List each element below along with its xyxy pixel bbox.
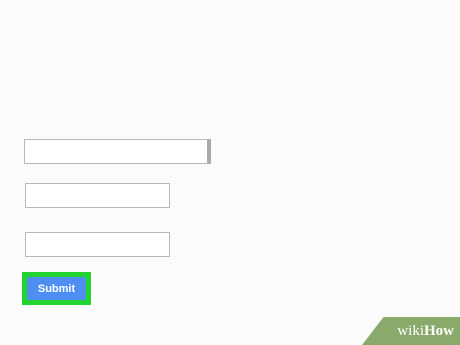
submit-button[interactable]: Submit bbox=[27, 277, 86, 300]
text-input-1[interactable] bbox=[25, 183, 170, 208]
wide-text-input[interactable] bbox=[24, 139, 211, 164]
wikihow-watermark: wiki How bbox=[362, 317, 460, 345]
watermark-how-text: How bbox=[424, 322, 454, 339]
watermark-wiki-text: wiki bbox=[397, 322, 424, 339]
text-input-2[interactable] bbox=[25, 232, 170, 257]
